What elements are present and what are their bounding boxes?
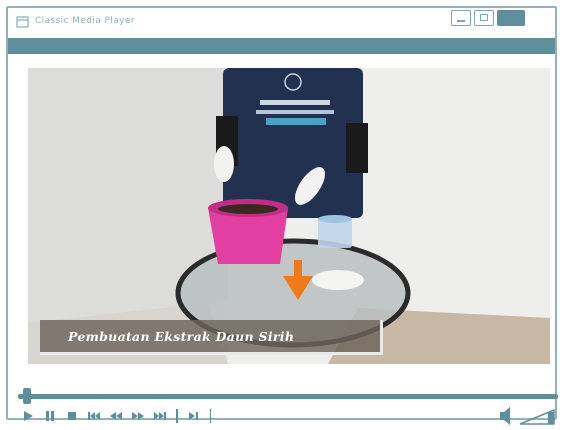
close-button[interactable] [497, 10, 525, 26]
playback-controls [22, 409, 211, 423]
stop-button[interactable] [66, 410, 78, 422]
volume-slider [519, 408, 555, 425]
minimize-button[interactable] [451, 10, 471, 26]
window-controls [451, 10, 525, 26]
minimize-icon [457, 20, 465, 22]
rewind-button[interactable] [110, 410, 122, 422]
skip-forward-icon [154, 412, 166, 420]
speaker-icon [500, 407, 510, 425]
volume-graphic [500, 407, 555, 425]
video-caption-box: Pembuatan Ekstrak Daun Sirih [40, 320, 383, 355]
window-title: Classic Media Player [35, 16, 135, 26]
window-icon [16, 16, 29, 28]
pause-button[interactable] [44, 410, 56, 422]
controls-divider-2 [209, 409, 211, 423]
stop-icon [68, 412, 76, 420]
maximize-icon [480, 14, 488, 21]
controls-divider [176, 409, 178, 423]
media-player-window: Classic Media Player Pembuatan Ekstrak D… [6, 6, 558, 425]
frame-step-button[interactable] [188, 410, 200, 422]
video-caption: Pembuatan Ekstrak Daun Sirih [68, 328, 295, 344]
progress-knob[interactable] [23, 388, 32, 404]
volume-control[interactable] [498, 406, 558, 426]
play-icon [24, 411, 33, 421]
rewind-icon [110, 412, 122, 420]
fast-forward-icon [132, 412, 144, 420]
video-frame[interactable]: Pembuatan Ekstrak Daun Sirih [28, 68, 550, 364]
frame-step-icon [188, 412, 198, 420]
progress-track[interactable] [18, 394, 558, 399]
fast-forward-button[interactable] [132, 410, 144, 422]
pause-icon [46, 411, 54, 421]
skip-back-button[interactable] [88, 410, 100, 422]
maximize-button[interactable] [474, 10, 494, 26]
menu-bar [8, 38, 555, 54]
skip-back-icon [88, 412, 100, 420]
skip-forward-button[interactable] [154, 410, 166, 422]
play-button[interactable] [22, 410, 34, 422]
title-bar[interactable]: Classic Media Player [8, 8, 555, 38]
